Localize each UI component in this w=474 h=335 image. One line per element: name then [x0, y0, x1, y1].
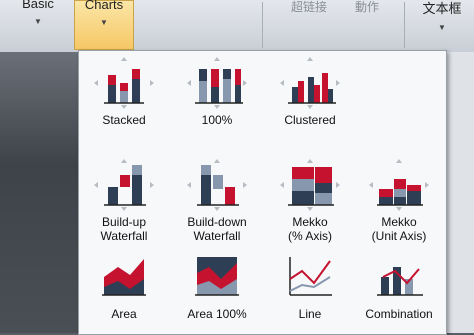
- chart-label: Mekko (Unit Axis): [371, 215, 427, 243]
- hyperlink-button[interactable]: 超链接: [284, 0, 334, 46]
- chart-area[interactable]: Area: [79, 249, 169, 321]
- chart-area-100[interactable]: Area 100%: [172, 249, 262, 321]
- chevron-down-icon: ▼: [34, 17, 42, 26]
- stacked-chart-icon: [92, 55, 156, 111]
- chart-stacked[interactable]: Stacked: [79, 55, 169, 127]
- waterfall-down-chart-icon: [185, 157, 249, 213]
- ribbon: Basic ▼ Charts ▼ 超链接 動作 文本框 ▼: [0, 0, 474, 53]
- charts-label: Charts: [84, 0, 124, 12]
- basic-button[interactable]: Basic ▼: [6, 0, 70, 48]
- combination-chart-icon: [367, 249, 431, 305]
- textbox-button[interactable]: 文本框 ▼: [414, 0, 470, 46]
- chevron-down-icon: ▼: [438, 23, 446, 32]
- charts-button[interactable]: Charts ▼: [74, 0, 134, 50]
- chart-label: Mekko (% Axis): [287, 215, 332, 243]
- chart-build-down-waterfall[interactable]: Build-down Waterfall: [172, 157, 262, 243]
- chart-mekko-percent[interactable]: Mekko (% Axis): [265, 157, 355, 243]
- chevron-down-icon: ▼: [100, 18, 108, 27]
- charts-gallery: Stacked 100% Clustered Build-up Waterfal…: [78, 50, 447, 335]
- chart-label: Clustered: [284, 113, 336, 127]
- chart-label: Build-up Waterfall: [100, 215, 148, 243]
- chart-build-up-waterfall[interactable]: Build-up Waterfall: [79, 157, 169, 243]
- mekko-unit-chart-icon: [367, 157, 431, 213]
- chart-label: 100%: [201, 113, 233, 127]
- chart-mekko-unit[interactable]: Mekko (Unit Axis): [354, 157, 444, 243]
- waterfall-up-chart-icon: [92, 157, 156, 213]
- area-100-chart-icon: [185, 249, 249, 305]
- chart-label: Combination: [365, 307, 433, 321]
- divider: [262, 2, 263, 48]
- chart-label: Line: [298, 307, 322, 321]
- chart-100-percent[interactable]: 100%: [172, 55, 262, 127]
- chart-line[interactable]: Line: [265, 249, 355, 321]
- divider: [404, 2, 405, 48]
- chart-label: Area: [111, 307, 137, 321]
- chart-combination[interactable]: Combination: [354, 249, 444, 321]
- basic-label: Basic: [22, 0, 54, 11]
- chart-label: Build-down Waterfall: [187, 215, 247, 243]
- side-pane: [445, 52, 474, 333]
- chart-label: Stacked: [102, 113, 146, 127]
- chart-label: Area 100%: [187, 307, 247, 321]
- line-chart-icon: [278, 249, 342, 305]
- action-button[interactable]: 動作: [346, 0, 388, 46]
- slide-background: [0, 52, 80, 333]
- chart-clustered[interactable]: Clustered: [265, 55, 355, 127]
- percent-chart-icon: [185, 55, 249, 111]
- mekko-percent-chart-icon: [278, 157, 342, 213]
- clustered-chart-icon: [278, 55, 342, 111]
- area-chart-icon: [92, 249, 156, 305]
